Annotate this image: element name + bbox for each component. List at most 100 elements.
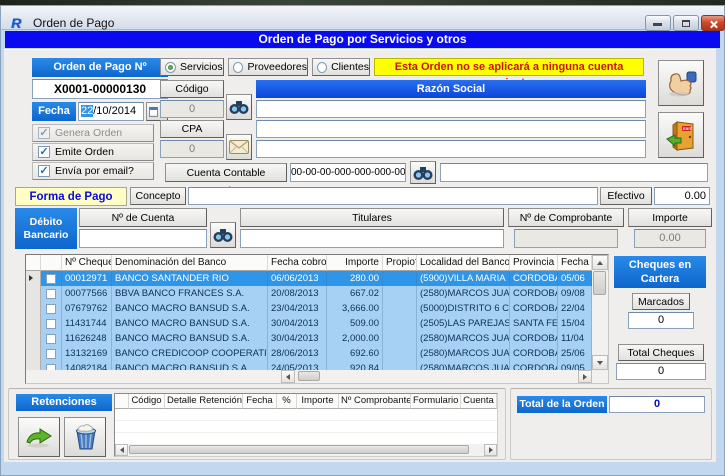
retenciones-col-header-5[interactable]: Nº Comprobante bbox=[339, 394, 411, 409]
cheque-cell: 30/04/2013 bbox=[268, 331, 327, 346]
cheque-cell: CORDOBA bbox=[510, 286, 558, 301]
checkbox-icon: ✓ bbox=[38, 127, 50, 139]
cheque-row[interactable]: 11626248BANCO MACRO BANSUD S.A.30/04/201… bbox=[26, 331, 592, 346]
checkbox-emite-orden[interactable]: ✓Emite Orden bbox=[32, 143, 154, 161]
scrollbar-thumb[interactable] bbox=[593, 271, 606, 295]
scrollbar-thumb[interactable] bbox=[129, 445, 469, 454]
row-selector-cell[interactable] bbox=[26, 301, 41, 316]
concepto-button[interactable]: Concepto bbox=[130, 187, 186, 205]
cheques-col-header-0[interactable]: Nº Cheque bbox=[62, 255, 112, 271]
cheque-cell: 25/06 bbox=[558, 346, 592, 361]
maximize-button[interactable] bbox=[673, 15, 699, 31]
cuenta-contable-detalle-field[interactable] bbox=[440, 163, 708, 182]
cpa-field: 0 bbox=[160, 140, 224, 158]
cheque-checkbox[interactable] bbox=[46, 334, 56, 344]
grid-vertical-scrollbar[interactable] bbox=[592, 255, 608, 370]
cheques-col-header-6[interactable]: Provincia bbox=[510, 255, 558, 271]
cheque-row[interactable]: 07679762BANCO MACRO BANSUD S.A.23/04/201… bbox=[26, 301, 592, 316]
efectivo-field[interactable]: 0.00 bbox=[654, 187, 710, 205]
date-field[interactable]: 22/10/2014 bbox=[78, 102, 144, 121]
total-cheques-button[interactable]: Total Cheques bbox=[618, 344, 704, 361]
titulares-field[interactable] bbox=[240, 229, 504, 248]
cheques-col-header-2[interactable]: Fecha cobro bbox=[268, 255, 327, 271]
codigo-button[interactable]: Código bbox=[160, 80, 224, 98]
cheque-cell: BANCO SANTANDER RIO bbox=[112, 271, 268, 286]
row-selector-cell[interactable] bbox=[26, 271, 41, 286]
razon-social-field[interactable] bbox=[256, 100, 646, 118]
window-title: Orden de Pago bbox=[33, 16, 114, 30]
row-selector-cell[interactable] bbox=[26, 331, 41, 346]
cheque-checkbox[interactable] bbox=[46, 274, 56, 284]
numero-cuenta-field[interactable] bbox=[79, 229, 207, 248]
exit-button[interactable]: EXIT bbox=[658, 112, 704, 158]
radio-servicios[interactable]: Servicios bbox=[160, 58, 224, 76]
radio-proveedores[interactable]: Proveedores bbox=[228, 58, 308, 76]
minimize-button[interactable] bbox=[645, 15, 671, 31]
radio-clientes[interactable]: Clientes bbox=[312, 58, 370, 76]
cheque-cell: 22/04 bbox=[558, 301, 592, 316]
retenciones-col-header-2[interactable]: Fecha bbox=[243, 394, 277, 409]
cheque-row[interactable]: 00077566BBVA BANCO FRANCES S.A.20/08/201… bbox=[26, 286, 592, 301]
grid-horizontal-scrollbar[interactable] bbox=[26, 370, 608, 383]
cheques-col-header-7[interactable]: Fecha bbox=[558, 255, 592, 271]
checkbox-envia-email[interactable]: ✓Envía por email? bbox=[32, 162, 154, 180]
cuenta-contable-field[interactable]: 00-00-00-000-000-000-000 bbox=[290, 163, 406, 182]
cheque-row[interactable]: 13132169BANCO CREDICOOP COOPERATIVO LIMI… bbox=[26, 346, 592, 361]
order-number-field[interactable]: X0001-00000130 bbox=[32, 79, 168, 99]
retenciones-scrollbar[interactable] bbox=[115, 444, 497, 456]
cheque-cell: (2580)MARCOS JUAREZ bbox=[417, 331, 510, 346]
process-retencion-button[interactable] bbox=[18, 417, 60, 457]
cheques-col-header-3[interactable]: Importe bbox=[327, 255, 383, 271]
titulares-header: Titulares bbox=[240, 208, 504, 227]
scrollbar-thumb[interactable] bbox=[298, 371, 320, 381]
cheque-checkbox-cell bbox=[41, 346, 62, 361]
checkbox-genera-orden[interactable]: ✓Genera Orden bbox=[32, 124, 154, 142]
retenciones-col-header-3[interactable]: % bbox=[277, 394, 297, 409]
cheques-col-header[interactable] bbox=[41, 255, 62, 271]
cheques-col-header[interactable] bbox=[26, 255, 41, 271]
cheque-cell: (2505)LAS PAREJAS bbox=[417, 316, 510, 331]
row-selector-cell[interactable] bbox=[26, 346, 41, 361]
retenciones-col-header-7[interactable]: Cuenta bbox=[461, 394, 497, 409]
cheque-checkbox[interactable] bbox=[46, 319, 56, 329]
domicilio-field[interactable] bbox=[256, 120, 646, 138]
cheque-checkbox[interactable] bbox=[46, 349, 56, 359]
delete-retencion-button[interactable] bbox=[64, 417, 106, 457]
search-cuenta-button[interactable] bbox=[210, 222, 236, 248]
cheque-checkbox[interactable] bbox=[46, 304, 56, 314]
cheque-cell bbox=[383, 316, 417, 331]
cheque-checkbox[interactable] bbox=[46, 289, 56, 299]
retenciones-col-header-6[interactable]: Formulario bbox=[411, 394, 461, 409]
retenciones-col-header[interactable] bbox=[115, 394, 129, 409]
email-button[interactable] bbox=[226, 134, 252, 160]
binoculars-icon bbox=[413, 165, 433, 181]
cheque-row[interactable]: 11431744BANCO MACRO BANSUD S.A.30/04/201… bbox=[26, 316, 592, 331]
cheque-cell: SANTA FE bbox=[510, 316, 558, 331]
cheque-cell: 00012971 bbox=[62, 271, 112, 286]
cheques-col-header-5[interactable]: Localidad del Banco bbox=[417, 255, 510, 271]
marcados-button[interactable]: Marcados bbox=[632, 293, 690, 310]
close-button[interactable] bbox=[701, 15, 725, 31]
cheques-col-header-4[interactable]: Propio? bbox=[383, 255, 417, 271]
retenciones-table: CódigoDetalle RetenciónFecha%ImporteNº C… bbox=[114, 393, 498, 457]
cpa-button[interactable]: CPA bbox=[160, 120, 224, 138]
cheque-cell: (5000)DISTRITO 6 CORD bbox=[417, 301, 510, 316]
row-selector-cell[interactable] bbox=[26, 316, 41, 331]
confirm-button[interactable] bbox=[658, 60, 704, 106]
radio-icon bbox=[233, 62, 243, 73]
cuenta-contable-deudora-button[interactable]: Cuenta Contable Deudora bbox=[165, 163, 287, 182]
cheque-row[interactable]: 00012971BANCO SANTANDER RIO06/06/2013280… bbox=[26, 271, 592, 286]
search-cuenta-contable-button[interactable] bbox=[410, 161, 436, 184]
search-razon-social-button[interactable] bbox=[226, 94, 252, 120]
cheque-checkbox-cell bbox=[41, 286, 62, 301]
efectivo-button[interactable]: Efectivo bbox=[600, 187, 652, 205]
date-rest: /10/2014 bbox=[93, 105, 136, 117]
retenciones-col-header-1[interactable]: Detalle Retención bbox=[165, 394, 243, 409]
row-selector-cell[interactable] bbox=[26, 286, 41, 301]
concepto-field[interactable] bbox=[188, 187, 598, 205]
retenciones-col-header-4[interactable]: Importe bbox=[297, 394, 339, 409]
cheques-col-header-1[interactable]: Denominación del Banco bbox=[112, 255, 268, 271]
razon-social-header: Razón Social bbox=[256, 80, 646, 98]
email-field[interactable] bbox=[256, 140, 646, 158]
retenciones-col-header-0[interactable]: Código bbox=[129, 394, 165, 409]
